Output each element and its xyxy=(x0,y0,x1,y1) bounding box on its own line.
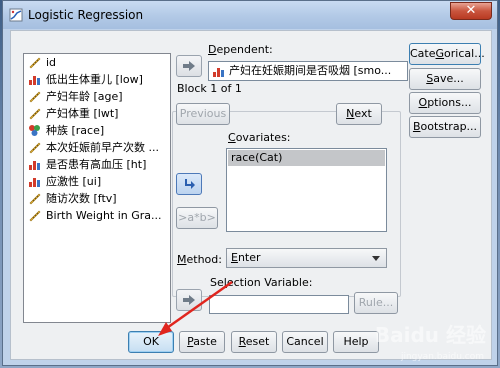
dependent-label: Dependent: xyxy=(208,43,273,56)
scale-ruler-icon xyxy=(28,56,41,69)
reset-button[interactable]: Reset xyxy=(231,331,277,353)
logistic-regression-dialog: Logistic Regression ✕ id 低出生体重儿 [low] 产妇年龄… xyxy=(2,0,498,366)
variable-name: 应激性 [ui] xyxy=(46,175,102,188)
variable-item[interactable]: 是否患有高血压 [ht] xyxy=(24,156,170,173)
scale-ruler-icon xyxy=(28,141,41,154)
previous-button[interactable]: Previous xyxy=(176,103,230,125)
paste-button[interactable]: Paste xyxy=(179,331,225,353)
bar-nominal-icon xyxy=(28,158,41,171)
variable-name: 随访次数 [ftv] xyxy=(46,192,117,205)
variable-item[interactable]: 低出生体重儿 [low] xyxy=(24,71,170,88)
next-button[interactable]: Next xyxy=(336,103,382,125)
variable-item[interactable]: 随访次数 [ftv] xyxy=(24,190,170,207)
variable-name: 产妇体重 [lwt] xyxy=(46,107,119,120)
variable-name: 是否患有高血压 [ht] xyxy=(46,158,147,171)
variable-name: 种族 [race] xyxy=(46,124,105,137)
method-select[interactable]: Enter xyxy=(226,248,387,268)
move-to-selection-button[interactable] xyxy=(176,289,202,311)
nominal-circles-icon xyxy=(28,124,41,137)
ok-button[interactable]: OK xyxy=(128,331,174,353)
variable-name: 本次妊娠前早产次数 ... xyxy=(46,141,159,154)
scale-ruler-icon xyxy=(28,192,41,205)
arrow-right-icon xyxy=(183,295,195,305)
variable-item[interactable]: 产妇体重 [lwt] xyxy=(24,105,170,122)
arrow-right-icon xyxy=(183,61,195,71)
title-bar: Logistic Regression ✕ xyxy=(3,1,497,29)
arrow-right-hook-icon xyxy=(185,179,195,189)
covariates-label: Covariates: xyxy=(228,131,291,144)
dependent-value: 产妇在妊娠期间是否吸烟 [smo... xyxy=(229,64,392,77)
chevron-down-icon xyxy=(372,256,380,261)
window-title: Logistic Regression xyxy=(28,8,144,22)
variable-name: Birth Weight in Gra... xyxy=(46,209,162,222)
interaction-button[interactable]: >a*b> xyxy=(176,207,218,229)
bootstrap-button[interactable]: Bootstrap... xyxy=(409,116,481,138)
help-button[interactable]: Help xyxy=(333,331,379,353)
bar-nominal-icon xyxy=(28,73,41,86)
block-label: Block 1 of 1 xyxy=(177,82,242,95)
options-button[interactable]: Options... xyxy=(409,92,481,114)
move-to-dependent-button[interactable] xyxy=(176,55,202,77)
variable-item[interactable]: 应激性 [ui] xyxy=(24,173,170,190)
variable-name: 低出生体重儿 [low] xyxy=(46,73,143,86)
save-button[interactable]: Save... xyxy=(409,68,481,90)
variable-item[interactable]: 本次妊娠前早产次数 ... xyxy=(24,139,170,156)
bar-nominal-icon xyxy=(28,175,41,188)
variable-item[interactable]: 产妇年龄 [age] xyxy=(24,88,170,105)
selection-variable-label: Selection Variable: xyxy=(210,276,313,289)
selection-variable-field[interactable] xyxy=(209,295,349,314)
source-variable-list[interactable]: id 低出生体重儿 [low] 产妇年龄 [age] 产妇体重 [lwt] 种族 [ra… xyxy=(23,53,171,323)
variable-item[interactable]: Birth Weight in Gra... xyxy=(24,207,170,224)
watermark-url: jingyan.baidu.com xyxy=(400,352,484,362)
logistic-regression-icon xyxy=(9,8,23,22)
scale-ruler-icon xyxy=(28,90,41,103)
categorical-button[interactable]: CateGorical... xyxy=(409,43,485,65)
move-to-covariates-button[interactable] xyxy=(176,173,202,195)
watermark-logo: Baidu 经验 xyxy=(374,323,486,347)
rule-button[interactable]: Rule... xyxy=(354,292,398,314)
dependent-field[interactable]: 产妇在妊娠期间是否吸烟 [smo... xyxy=(208,61,408,81)
bar-nominal-icon xyxy=(213,68,224,77)
scale-ruler-icon xyxy=(28,107,41,120)
close-button[interactable]: ✕ xyxy=(450,2,492,20)
scale-ruler-icon xyxy=(28,209,41,222)
variable-name: 产妇年龄 [age] xyxy=(46,90,123,103)
covariates-list[interactable]: race(Cat) xyxy=(226,148,387,232)
variable-item[interactable]: id xyxy=(24,54,170,71)
variable-item[interactable]: 种族 [race] xyxy=(24,122,170,139)
variable-name: id xyxy=(46,56,57,69)
dialog-body: id 低出生体重儿 [low] 产妇年龄 [age] 产妇体重 [lwt] 种族 [ra… xyxy=(10,30,492,360)
cancel-button[interactable]: Cancel xyxy=(282,331,328,353)
covariate-item[interactable]: race(Cat) xyxy=(228,150,385,166)
method-label: Method: xyxy=(177,253,222,266)
